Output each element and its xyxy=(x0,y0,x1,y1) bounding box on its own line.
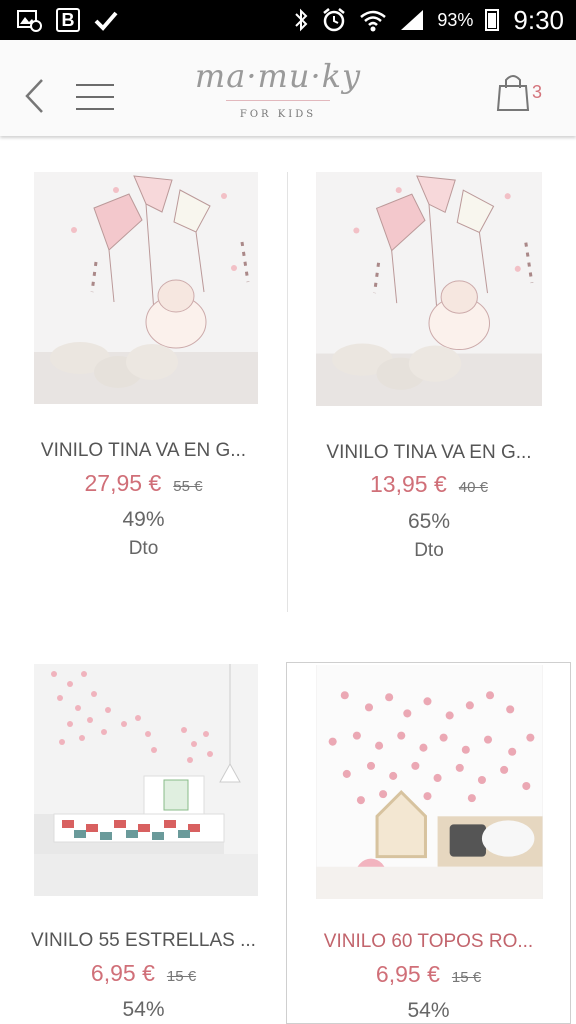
image-notification-icon xyxy=(17,10,42,32)
discount-percent: 54% xyxy=(407,999,450,1022)
product-title[interactable]: VINILO 60 TOPOS RO... xyxy=(287,931,570,953)
mamuky-logo[interactable]: ma·mu·ky FOR KIDS xyxy=(188,56,368,120)
product-card[interactable]: VINILO 60 TOPOS RO... 6,95 € 15 € 54% xyxy=(286,662,571,1024)
discount-percent: 65% xyxy=(407,510,451,533)
product-title[interactable]: VINILO 55 ESTRELLAS ... xyxy=(0,930,287,952)
price-row: 6,95 € 15 € xyxy=(287,961,570,988)
product-title[interactable]: VINILO TINA VA EN G... xyxy=(0,440,287,462)
wifi-icon xyxy=(360,10,387,32)
product-price: 6,95 € xyxy=(90,960,155,986)
discount-label: Dto xyxy=(414,540,444,561)
discount-percent: 49% xyxy=(122,508,165,531)
product-image[interactable] xyxy=(34,172,258,404)
dots-bedroom-illustration xyxy=(316,665,543,899)
battery-icon xyxy=(485,9,500,31)
alarm-icon xyxy=(323,8,346,32)
b-app-icon: B xyxy=(56,8,80,32)
price-row: 6,95 € 15 € xyxy=(0,960,287,987)
price-row: 27,95 € 55 € xyxy=(0,470,287,497)
bluetooth-icon xyxy=(295,8,308,32)
back-chevron-icon[interactable] xyxy=(22,76,46,116)
battery-percent: 93% xyxy=(437,9,474,30)
product-old-price: 40 € xyxy=(458,479,488,496)
product-price: 13,95 € xyxy=(370,471,447,497)
product-old-price: 15 € xyxy=(451,969,482,986)
product-image[interactable] xyxy=(316,172,542,406)
product-card[interactable]: VINILO 55 ESTRELLAS ... 6,95 € 15 € 54% xyxy=(0,652,287,1024)
price-row: 13,95 € 40 € xyxy=(288,471,570,498)
logo-divider xyxy=(226,100,330,101)
shopping-bag-icon xyxy=(496,75,530,111)
stars-bedroom-illustration xyxy=(34,664,258,896)
hamburger-menu-icon[interactable] xyxy=(76,84,114,114)
product-price: 6,95 € xyxy=(375,961,440,987)
logo-text: ma·mu·ky xyxy=(194,57,362,95)
status-bar: B 93% 9:30 xyxy=(0,0,576,40)
logo-subtitle: FOR KIDS xyxy=(239,109,317,120)
discount-percent: 54% xyxy=(122,998,165,1021)
product-price: 27,95 € xyxy=(84,470,162,496)
clock: 9:30 xyxy=(513,4,564,35)
kites-elephant-illustration xyxy=(34,172,258,404)
product-old-price: 15 € xyxy=(166,968,197,985)
kites-elephant-illustration xyxy=(316,172,542,406)
product-card[interactable]: VINILO TINA VA EN G... 27,95 € 55 € 49% D… xyxy=(0,160,287,610)
product-card[interactable]: VINILO TINA VA EN G... 13,95 € 40 € 65% D… xyxy=(288,160,570,610)
product-image[interactable] xyxy=(34,664,258,896)
signal-icon xyxy=(401,10,424,30)
cart-count-badge: 3 xyxy=(532,82,543,102)
check-icon xyxy=(94,11,118,31)
cart-button[interactable]: 3 xyxy=(496,72,556,116)
product-title[interactable]: VINILO TINA VA EN G... xyxy=(288,442,570,464)
product-image[interactable] xyxy=(316,665,543,899)
app-header: ma·mu·ky FOR KIDS 3 xyxy=(0,40,576,136)
discount-label: Dto xyxy=(128,538,159,559)
product-old-price: 55 € xyxy=(173,478,203,495)
